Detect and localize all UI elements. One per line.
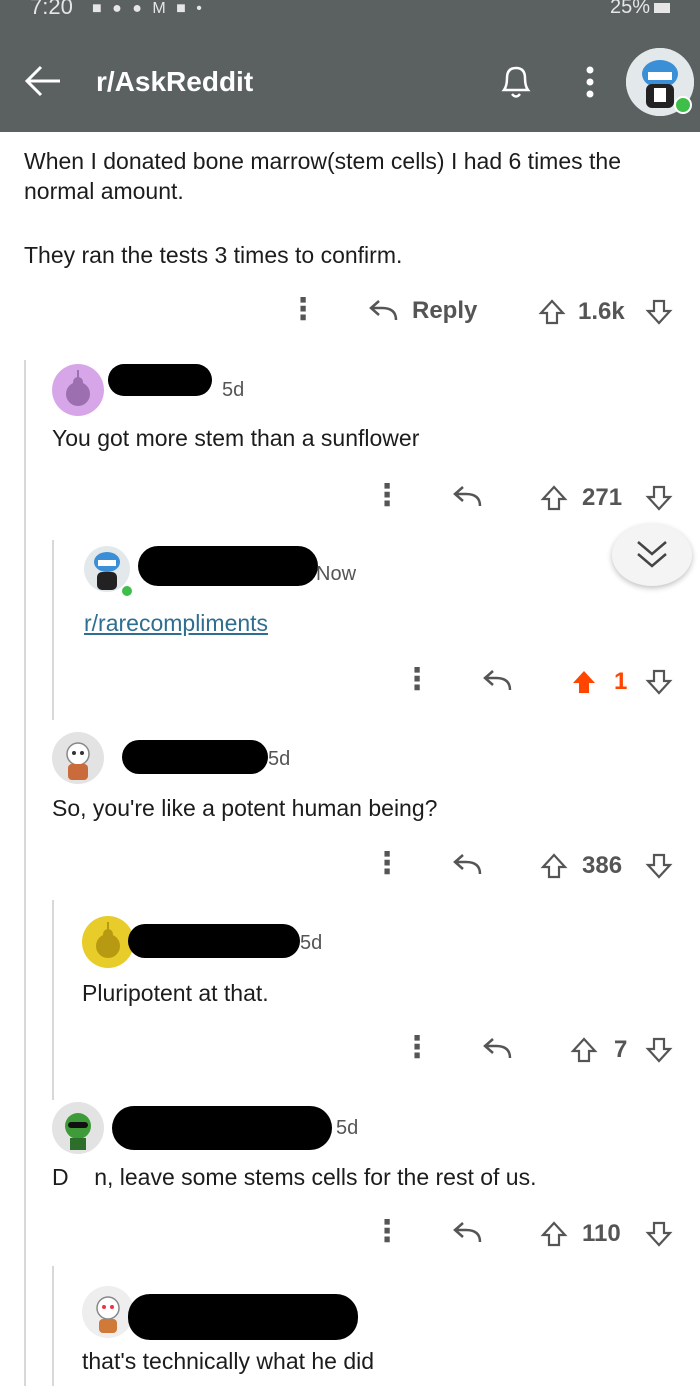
upvote-icon[interactable] xyxy=(570,1036,598,1064)
status-time: 7:20 xyxy=(30,0,73,19)
comment-age: 5d xyxy=(336,1117,359,1139)
more-options-icon[interactable]: ⋮ xyxy=(372,478,402,513)
online-indicator xyxy=(120,584,134,598)
reply-arrow-icon[interactable] xyxy=(368,298,398,324)
vote-count: 271 xyxy=(582,484,623,511)
comment-text: D n, leave some stems cells for the rest… xyxy=(52,1164,537,1190)
reply-arrow-icon[interactable] xyxy=(482,668,512,694)
vote-count: 1 xyxy=(614,668,628,695)
reply-arrow-icon[interactable] xyxy=(452,1220,482,1246)
more-options-icon[interactable] xyxy=(580,62,600,102)
avatar[interactable] xyxy=(52,732,104,784)
reply-arrow-icon[interactable] xyxy=(482,1036,512,1062)
redacted-username xyxy=(128,1294,358,1340)
comment-actions: ⋮ 271 xyxy=(0,478,700,518)
battery-icon xyxy=(654,3,670,13)
more-options-icon[interactable]: ⋮ xyxy=(288,292,318,327)
bell-icon[interactable] xyxy=(498,62,534,100)
downvote-icon[interactable] xyxy=(645,1220,673,1248)
comment-text: They ran the tests 3 times to confirm. xyxy=(24,242,403,268)
redacted-username xyxy=(138,546,318,586)
redacted-username xyxy=(108,364,212,396)
redacted-username xyxy=(128,924,300,958)
top-comment: When I donated bone marrow(stem cells) I… xyxy=(24,146,688,268)
comment-actions: ⋮ 110 xyxy=(0,1214,700,1254)
next-comment-button[interactable] xyxy=(612,524,692,586)
comment-age: 5d xyxy=(300,932,323,954)
redacted-username xyxy=(122,740,268,774)
comment-age: Now xyxy=(316,563,357,585)
reply-button[interactable]: Reply xyxy=(412,297,477,325)
more-options-icon[interactable]: ⋮ xyxy=(402,662,432,697)
comment-link[interactable]: r/rarecompliments xyxy=(84,610,268,637)
downvote-icon[interactable] xyxy=(645,668,673,696)
comment-age: 5d xyxy=(222,379,245,401)
thread-line xyxy=(52,900,54,1100)
upvote-icon-active[interactable] xyxy=(570,668,598,696)
subreddit-link[interactable]: r/rarecompliments xyxy=(84,610,268,636)
upvote-icon[interactable] xyxy=(538,298,566,326)
more-options-icon[interactable]: ⋮ xyxy=(402,1030,432,1065)
reply-arrow-icon[interactable] xyxy=(452,852,482,878)
comment-actions: ⋮ 1 xyxy=(0,662,700,702)
comment-text: You got more stem than a sunflower xyxy=(52,425,420,451)
comment-text: So, you're like a potent human being? xyxy=(52,795,438,821)
avatar[interactable] xyxy=(52,1102,104,1154)
more-options-icon[interactable]: ⋮ xyxy=(372,846,402,881)
downvote-icon[interactable] xyxy=(645,298,673,326)
status-bar: 7:20 ■ ● ● M ■ • 25% xyxy=(0,0,700,22)
app-header: r/AskReddit xyxy=(0,22,700,132)
downvote-icon[interactable] xyxy=(645,852,673,880)
upvote-icon[interactable] xyxy=(540,484,568,512)
online-indicator xyxy=(674,96,692,114)
avatar[interactable] xyxy=(52,364,104,416)
avatar[interactable] xyxy=(82,1286,134,1338)
comment-actions: ⋮ 386 xyxy=(0,846,700,886)
upvote-icon[interactable] xyxy=(540,852,568,880)
thread-line xyxy=(52,1266,54,1386)
vote-count: 110 xyxy=(582,1220,621,1247)
avatar[interactable] xyxy=(82,916,134,968)
downvote-icon[interactable] xyxy=(645,1036,673,1064)
vote-count: 386 xyxy=(582,852,623,879)
redacted-username xyxy=(112,1106,332,1150)
subreddit-title[interactable]: r/AskReddit xyxy=(96,66,253,98)
vote-count: 7 xyxy=(614,1036,628,1063)
comment-age: 5d xyxy=(268,748,291,770)
downvote-icon[interactable] xyxy=(645,484,673,512)
battery-level: 25% xyxy=(609,0,650,18)
vote-count: 1.6k xyxy=(578,298,625,325)
notification-icons: ■ ● ● M ■ • xyxy=(92,0,205,17)
more-options-icon[interactable]: ⋮ xyxy=(372,1214,402,1249)
top-comment-actions: ⋮ Reply 1.6k xyxy=(0,292,700,332)
back-arrow-icon[interactable] xyxy=(24,62,62,100)
comment-text: that's technically what he did xyxy=(82,1348,375,1374)
comment-text: Pluripotent at that. xyxy=(82,980,269,1006)
upvote-icon[interactable] xyxy=(540,1220,568,1248)
comment-actions: ⋮ 7 xyxy=(0,1030,700,1070)
comment-text: When I donated bone marrow(stem cells) I… xyxy=(24,148,622,204)
reply-arrow-icon[interactable] xyxy=(452,484,482,510)
